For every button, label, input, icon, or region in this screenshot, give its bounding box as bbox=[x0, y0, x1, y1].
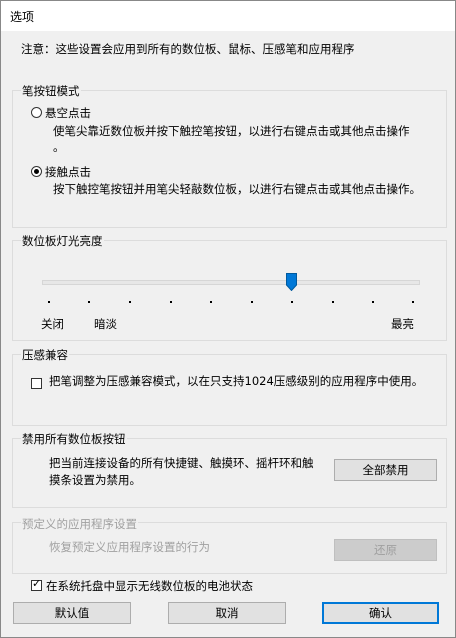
pressure-compat-checkbox[interactable] bbox=[31, 378, 42, 389]
hover-click-description: 使笔尖靠近数位板并按下触控笔按钮，以进行右键点击或其他点击操作 bbox=[53, 124, 410, 138]
notice-text: 注意：这些设置会应用到所有的数位板、鼠标、压感笔和应用程序 bbox=[21, 42, 355, 56]
brightness-label: 数位板灯光亮度 bbox=[21, 233, 104, 249]
touch-click-label[interactable]: 接触点击 bbox=[45, 164, 91, 180]
hover-click-label[interactable]: 悬空点击 bbox=[45, 105, 91, 121]
pressure-compat-checkbox-label[interactable]: 把笔调整为压感兼容模式，以在只支持1024压感级别的应用程序中使用。 bbox=[49, 373, 423, 389]
tray-battery-checkbox[interactable]: ✓ bbox=[31, 577, 42, 591]
slider-tick bbox=[412, 301, 414, 303]
predefined-settings-label: 预定义的应用程序设置 bbox=[21, 516, 138, 532]
tray-battery-label[interactable]: 在系统托盘中显示无线数位板的电池状态 bbox=[46, 578, 253, 594]
disable-all-button[interactable]: 全部禁用 bbox=[334, 459, 437, 481]
brightness-max-label: 最亮 bbox=[391, 317, 414, 331]
slider-tick bbox=[170, 301, 172, 303]
pen-button-mode-label: 笔按钮模式 bbox=[21, 83, 81, 99]
cancel-button[interactable]: 取消 bbox=[168, 602, 286, 624]
slider-tick bbox=[48, 301, 50, 303]
slider-tick bbox=[88, 301, 90, 303]
touch-click-description: 按下触控笔按钮并用笔尖轻敲数位板，以进行右键点击或其他点击操作。 bbox=[53, 182, 421, 196]
brightness-slider-thumb[interactable] bbox=[286, 273, 297, 291]
brightness-slider-track[interactable] bbox=[42, 280, 420, 285]
slider-tick bbox=[129, 301, 131, 303]
restore-button[interactable]: 还原 bbox=[334, 539, 437, 561]
brightness-off-label: 关闭 bbox=[41, 317, 64, 331]
disable-buttons-description: 把当前连接设备的所有快捷键、触摸环、摇杆环和触 bbox=[49, 456, 314, 470]
default-button[interactable]: 默认值 bbox=[13, 602, 131, 624]
window-title: 选项 bbox=[10, 10, 35, 24]
options-dialog: 选项 注意：这些设置会应用到所有的数位板、鼠标、压感笔和应用程序 笔按钮模式 悬… bbox=[0, 0, 456, 638]
brightness-group bbox=[12, 240, 447, 341]
slider-tick bbox=[291, 301, 293, 303]
slider-tick bbox=[251, 301, 253, 303]
touch-click-radio[interactable] bbox=[31, 166, 42, 177]
disable-buttons-description-cont: 摸条设置为禁用。 bbox=[49, 473, 141, 487]
title-bar[interactable]: 选项 bbox=[1, 1, 455, 31]
pressure-compat-label: 压感兼容 bbox=[21, 347, 69, 363]
radio-selected-dot bbox=[34, 169, 39, 174]
ok-button[interactable]: 确认 bbox=[322, 602, 439, 624]
disable-buttons-label: 禁用所有数位板按钮 bbox=[21, 431, 127, 447]
checkmark-icon: ✓ bbox=[32, 577, 42, 590]
brightness-dim-label: 暗淡 bbox=[94, 317, 117, 331]
slider-tick bbox=[332, 301, 334, 303]
slider-tick bbox=[210, 301, 212, 303]
slider-tick bbox=[372, 301, 374, 303]
hover-click-radio[interactable] bbox=[31, 107, 42, 118]
hover-click-description-cont: 。 bbox=[53, 140, 65, 154]
predefined-settings-description: 恢复预定义应用程序设置的行为 bbox=[49, 540, 210, 554]
pressure-compat-group bbox=[12, 354, 447, 426]
